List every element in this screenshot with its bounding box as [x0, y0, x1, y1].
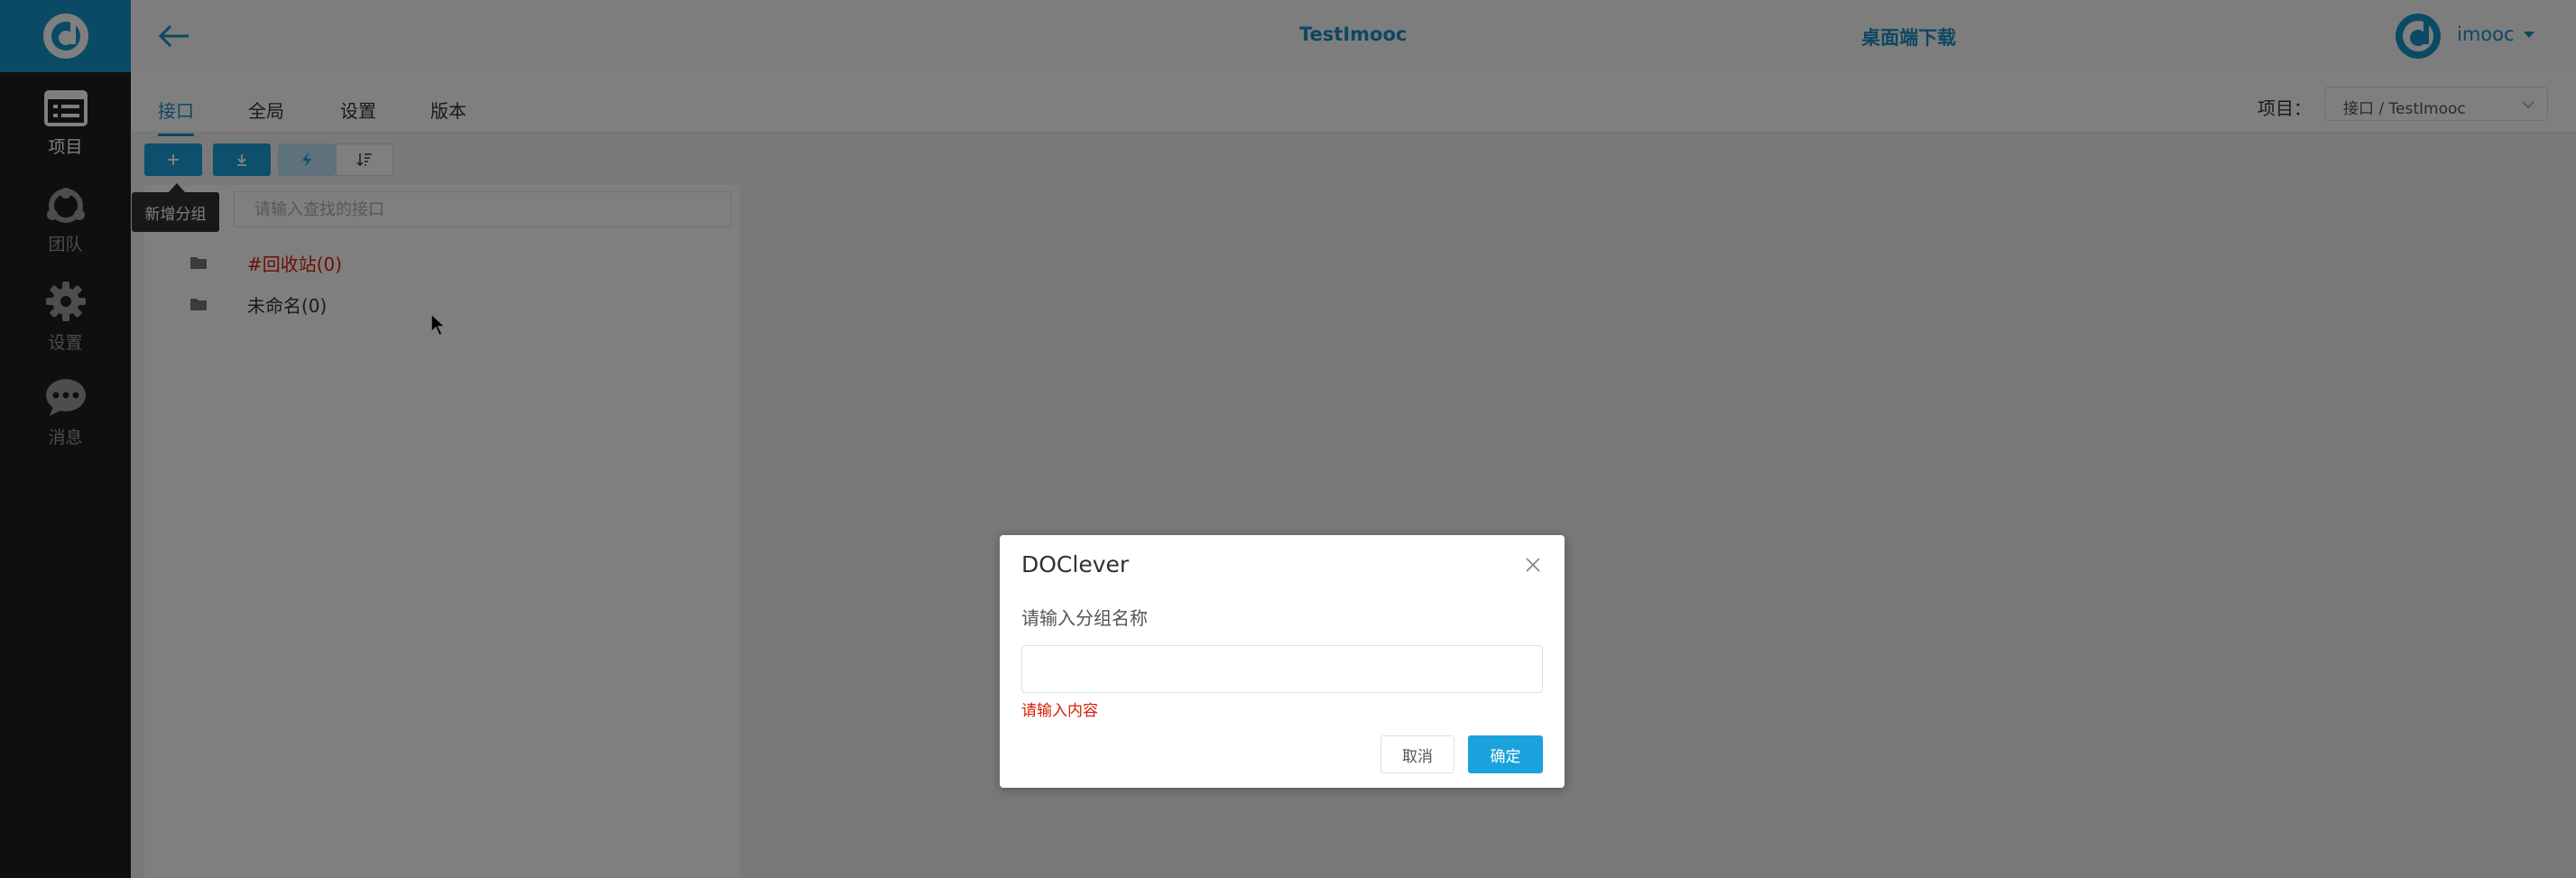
cancel-button[interactable]: 取消 [1380, 735, 1454, 773]
dialog-error: 请输入内容 [1021, 702, 1098, 720]
confirm-button[interactable]: 确定 [1468, 735, 1543, 773]
dialog-message: 请输入分组名称 [1021, 607, 1148, 629]
prompt-dialog: DOClever 请输入分组名称 请输入内容 取消 确定 [1000, 535, 1565, 788]
group-name-input[interactable] [1022, 646, 1542, 692]
dialog-title: DOClever [1021, 551, 1130, 578]
close-icon[interactable] [1523, 555, 1543, 575]
group-name-field[interactable] [1021, 645, 1543, 693]
